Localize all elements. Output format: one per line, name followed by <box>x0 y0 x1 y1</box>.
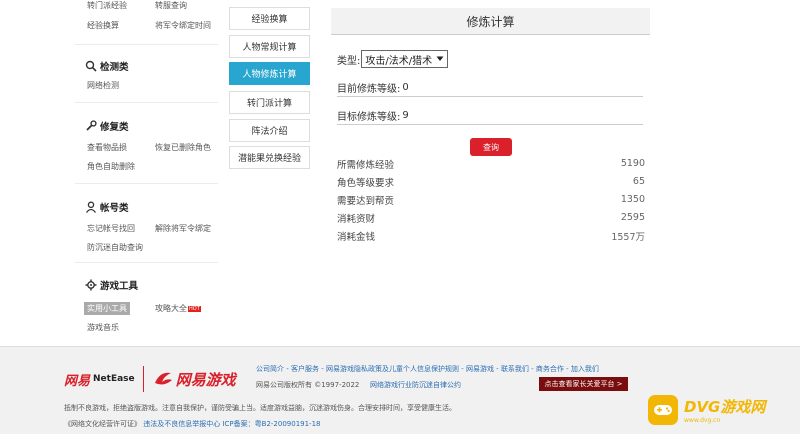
section-title-text: 帐号类 <box>100 203 129 214</box>
footer-link[interactable]: 商务合作 <box>536 365 564 373</box>
left-sidebar: 转门派经验 转服查询 经验换算 将军令绑定时间 检测类 网络检测 修复类 查看物… <box>75 0 218 345</box>
footer-link[interactable]: 网易游戏隐私政策及儿童个人信息保护规则 <box>326 365 459 373</box>
tools-tab-label: 攻略大全 <box>155 304 187 313</box>
menu-item-potential[interactable]: 潜能果兑换经验 <box>229 146 310 169</box>
result-row: 需要达到帮贡 1350 <box>337 192 645 207</box>
chevron-down-icon <box>436 56 444 61</box>
result-value: 5190 <box>620 158 645 169</box>
footer-links: 公司简介 - 客户服务 - 网易游戏隐私政策及儿童个人信息保护规则 - 网易游戏… <box>256 365 599 373</box>
result-label: 消耗资财 <box>337 213 376 225</box>
result-value: 1350 <box>620 194 645 205</box>
license-text: 《网络文化经营许可证》 <box>64 420 141 428</box>
section-title: 游戏工具 <box>85 278 138 292</box>
magnifier-icon <box>85 60 97 72</box>
gear-icon <box>85 279 97 291</box>
current-level-field[interactable]: 目前修炼等级: 0 <box>337 78 643 97</box>
type-select[interactable]: 攻击/法术/猎术 <box>361 50 449 68</box>
watermark-title: DVG游戏网 <box>684 397 766 416</box>
calc-title: 修炼计算 <box>331 8 650 35</box>
sidebar-top-section: 转门派经验 转服查询 经验换算 将军令绑定时间 <box>75 0 218 45</box>
netease-163-logo: 网易 <box>64 373 91 389</box>
footer-link[interactable]: 客户服务 <box>291 365 319 373</box>
result-row: 消耗金钱 1557万 <box>337 228 645 243</box>
footer-link[interactable]: 加入我们 <box>571 365 599 373</box>
watermark-url: www.dvg.cn <box>684 416 721 424</box>
license-line: 《网络文化经营许可证》 违法及不良信息举报中心 ICP备案：粤B2-200901… <box>64 419 321 429</box>
user-icon <box>85 201 97 213</box>
sidebar-link[interactable]: 转门派经验 <box>87 0 127 11</box>
target-level-field[interactable]: 目标修炼等级: 9 <box>337 106 643 125</box>
type-label: 类型: <box>337 55 361 67</box>
netease-games-logo: 网易游戏 <box>175 370 236 389</box>
target-level-value: 9 <box>402 109 409 121</box>
sidebar-link[interactable]: 将军令绑定时间 <box>155 20 211 31</box>
cultivation-calculator: 修炼计算 <box>331 8 650 35</box>
footer-logo: 网易 NetEase 网易游戏 <box>64 365 236 393</box>
type-row: 类型: 攻击/法术/猎术 <box>337 50 449 68</box>
sidebar-link[interactable]: 忘记帐号找回 <box>87 223 135 234</box>
footer-link[interactable]: 联系我们 <box>501 365 529 373</box>
result-label: 角色等级要求 <box>337 177 395 189</box>
result-row: 角色等级要求 65 <box>337 174 645 189</box>
result-label: 需要达到帮贡 <box>337 195 395 207</box>
section-title-text: 检测类 <box>100 62 129 73</box>
netease-logo-text: NetEase <box>93 374 135 384</box>
menu-item-formation[interactable]: 阵法介绍 <box>229 119 310 142</box>
section-title: 帐号类 <box>85 200 129 214</box>
sidebar-link[interactable]: 查看物品损 <box>87 142 127 153</box>
query-button[interactable]: 查询 <box>470 138 512 156</box>
result-label: 所需修炼经验 <box>337 159 395 171</box>
result-label: 消耗金钱 <box>337 231 376 243</box>
netease-games-swirl-icon <box>154 372 172 385</box>
section-title-text: 游戏工具 <box>100 281 139 292</box>
sidebar-link[interactable]: 转服查询 <box>155 0 187 11</box>
sidebar-link[interactable]: 防沉迷自助查询 <box>87 242 143 253</box>
section-title-text: 修复类 <box>100 122 129 133</box>
report-center-link[interactable]: 违法及不良信息举报中心 <box>143 420 220 428</box>
footer-link[interactable]: 公司简介 <box>256 365 284 373</box>
menu-item-exp[interactable]: 经验换算 <box>229 7 310 30</box>
gamepad-icon <box>648 394 678 425</box>
sidebar-link[interactable]: 经验换算 <box>87 20 119 31</box>
sidebar-section-tools: 游戏工具 实用小工具 攻略大全 HOT 游戏音乐 <box>75 264 218 345</box>
sidebar-section-detect: 检测类 网络检测 <box>75 46 218 103</box>
health-notice: 抵制不良游戏，拒绝盗版游戏。注意自我保护，谨防受骗上当。适度游戏益脑，沉迷游戏伤… <box>64 404 456 412</box>
result-row: 所需修炼经验 5190 <box>337 156 645 171</box>
icp-link[interactable]: ICP备案：粤B2-20090191-18 <box>222 420 320 428</box>
menu-item-normal[interactable]: 人物常规计算 <box>229 35 310 58</box>
parent-care-button[interactable]: 点击查看家长关爱平台 > <box>539 377 628 391</box>
target-level-label: 目标修炼等级: <box>337 111 401 123</box>
tools-tab-active[interactable]: 实用小工具 <box>84 302 130 315</box>
footer-link[interactable]: 网易游戏 <box>466 365 494 373</box>
result-value: 1557万 <box>611 231 645 243</box>
result-value: 2595 <box>620 212 645 223</box>
sidebar-section-repair: 修复类 查看物品损 恢复已删除角色 角色自助删除 <box>75 104 218 184</box>
section-title: 检测类 <box>85 59 129 73</box>
result-row: 消耗资财 2595 <box>337 210 645 225</box>
current-level-label: 目前修炼等级: <box>337 83 401 95</box>
result-value: 65 <box>632 176 645 187</box>
wrench-icon <box>86 120 97 131</box>
hot-badge: HOT <box>188 305 201 312</box>
sidebar-section-account: 帐号类 忘记帐号找回 解除将军令绑定 防沉迷自助查询 <box>75 185 218 263</box>
sidebar-link[interactable]: 恢复已删除角色 <box>155 142 211 153</box>
sidebar-link[interactable]: 网络检测 <box>87 80 119 91</box>
type-select-value: 攻击/法术/猎术 <box>365 55 433 67</box>
menu-item-cultivation[interactable]: 人物修炼计算 <box>229 62 310 85</box>
sidebar-link[interactable]: 解除将军令绑定 <box>155 223 211 234</box>
tools-tab[interactable]: 攻略大全 HOT <box>155 303 201 314</box>
current-level-value: 0 <box>402 81 409 93</box>
menu-item-school[interactable]: 转门派计算 <box>229 91 310 114</box>
copyright: 网易公司版权所有 ©1997-2022 <box>256 381 360 389</box>
dvg-watermark: DVG游戏网 www.dvg.cn <box>648 387 798 432</box>
sidebar-link[interactable]: 角色自助删除 <box>87 161 135 172</box>
logo-divider <box>142 366 144 392</box>
section-title: 修复类 <box>85 119 129 133</box>
self-regulation-link[interactable]: 网络游戏行业防沉迷自律公约 <box>370 380 461 390</box>
sidebar-link[interactable]: 游戏音乐 <box>87 322 119 333</box>
